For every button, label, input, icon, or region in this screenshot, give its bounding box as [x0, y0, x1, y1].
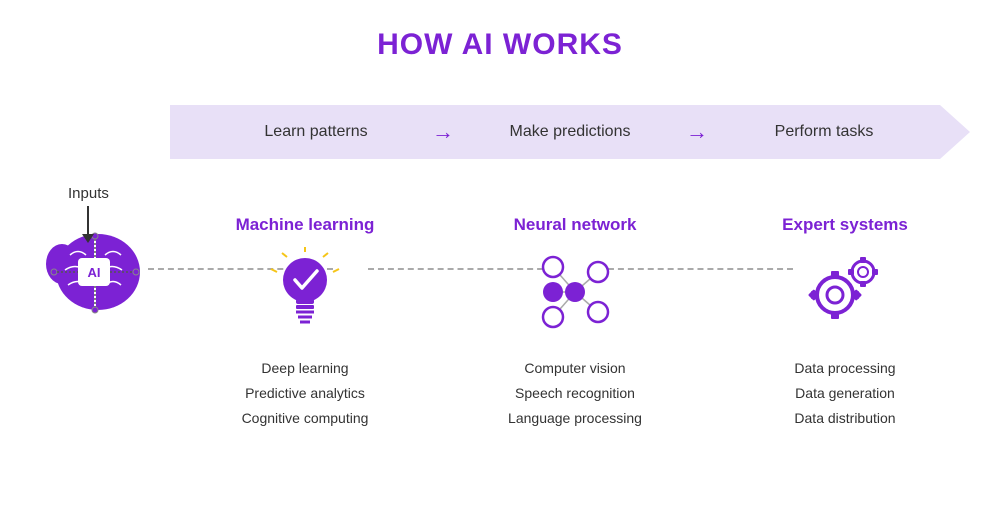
nn-items: Computer vision Speech recognition Langu… [508, 356, 642, 432]
arrow-step-1: Learn patterns [210, 123, 422, 141]
down-arrow-icon [82, 234, 94, 243]
arrow-icon-1: → [432, 119, 454, 145]
es-column: Expert systems [710, 215, 980, 432]
ml-items: Deep learning Predictive analytics Cogni… [242, 356, 369, 432]
nn-column: Neural network Computer [440, 215, 710, 432]
ml-column: Machine learning [170, 215, 440, 432]
neural-network-icon [533, 247, 618, 342]
arrow-step-2: Make predictions [464, 123, 676, 141]
lightbulb-icon [265, 247, 345, 342]
svg-text:AI: AI [88, 265, 101, 280]
page-title: HOW AI WORKS [0, 0, 1000, 62]
inputs-line [87, 206, 89, 234]
es-items: Data processing Data generation Data dis… [794, 356, 895, 432]
main-columns: AI Machine learning [20, 215, 980, 432]
inputs-group: Inputs [68, 185, 109, 243]
inputs-label: Inputs [68, 185, 109, 202]
ml-title: Machine learning [236, 215, 375, 235]
arrow-step-3: Perform tasks [718, 123, 930, 141]
nn-title: Neural network [514, 215, 637, 235]
arrow-banner: Learn patterns → Make predictions → Perf… [170, 105, 970, 159]
arrow-icon-2: → [686, 119, 708, 145]
arrow-content: Learn patterns → Make predictions → Perf… [170, 119, 970, 145]
gear-icon [803, 247, 888, 342]
es-title: Expert systems [782, 215, 908, 235]
